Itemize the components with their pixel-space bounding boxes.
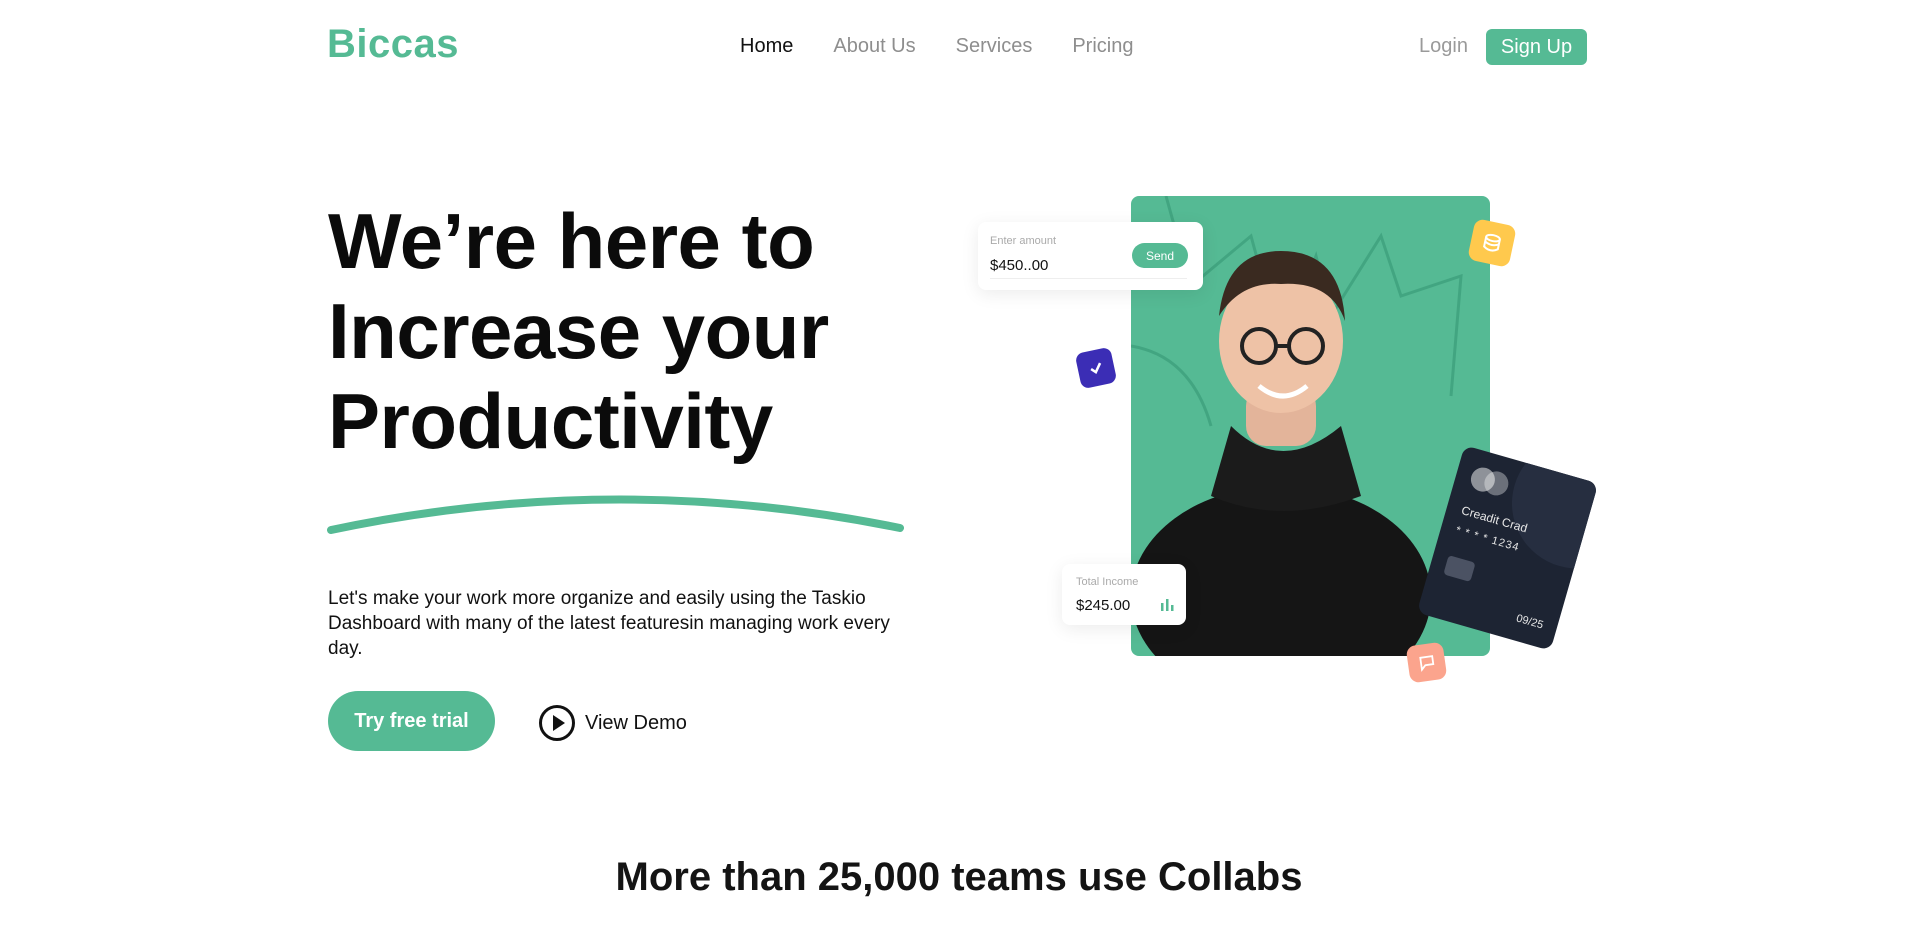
hero-title-line-2: Increase your <box>328 287 829 375</box>
try-free-trial-button[interactable]: Try free trial <box>328 691 495 751</box>
send-button[interactable]: Send <box>1132 243 1188 268</box>
nav-item-services[interactable]: Services <box>956 35 1033 58</box>
card-decoration <box>1496 445 1599 584</box>
hero-title-line-3: Productivity <box>328 377 773 465</box>
hero-underline-decoration <box>327 495 904 534</box>
view-demo-label: View Demo <box>585 711 687 734</box>
check-icon <box>1074 346 1118 390</box>
hero-title: We’re here to Increase your Productivity <box>328 196 829 466</box>
amount-value: $450..00 <box>990 257 1049 274</box>
nav-item-pricing[interactable]: Pricing <box>1072 35 1133 58</box>
nav-item-about-us[interactable]: About Us <box>833 35 915 58</box>
amount-divider <box>990 278 1187 279</box>
login-link[interactable]: Login <box>1419 35 1468 58</box>
amount-card: Enter amount $450..00 Send <box>978 222 1203 290</box>
card-expiry: 09/25 <box>1514 612 1545 632</box>
nav-item-home[interactable]: Home <box>740 35 793 58</box>
income-label: Total Income <box>1076 576 1139 588</box>
coins-icon <box>1467 218 1517 268</box>
hero-title-line-1: We’re here to <box>328 197 815 285</box>
signup-button[interactable]: Sign Up <box>1486 29 1587 65</box>
hero-description: Let's make your work more organize and e… <box>328 588 890 659</box>
social-proof-heading: More than 25,000 teams use Collabs <box>615 855 1303 899</box>
chat-icon <box>1405 641 1448 684</box>
play-icon <box>539 705 575 741</box>
income-card: Total Income $245.00 <box>1062 564 1186 625</box>
bar-chart-icon <box>1161 599 1174 611</box>
brand-logo[interactable]: Biccas <box>327 22 459 67</box>
main-nav: Home About Us Services Pricing <box>740 35 1133 58</box>
income-value: $245.00 <box>1076 597 1131 614</box>
view-demo-button[interactable]: View Demo <box>539 705 687 741</box>
amount-label: Enter amount <box>990 235 1057 247</box>
card-chip-icon <box>1443 555 1476 583</box>
